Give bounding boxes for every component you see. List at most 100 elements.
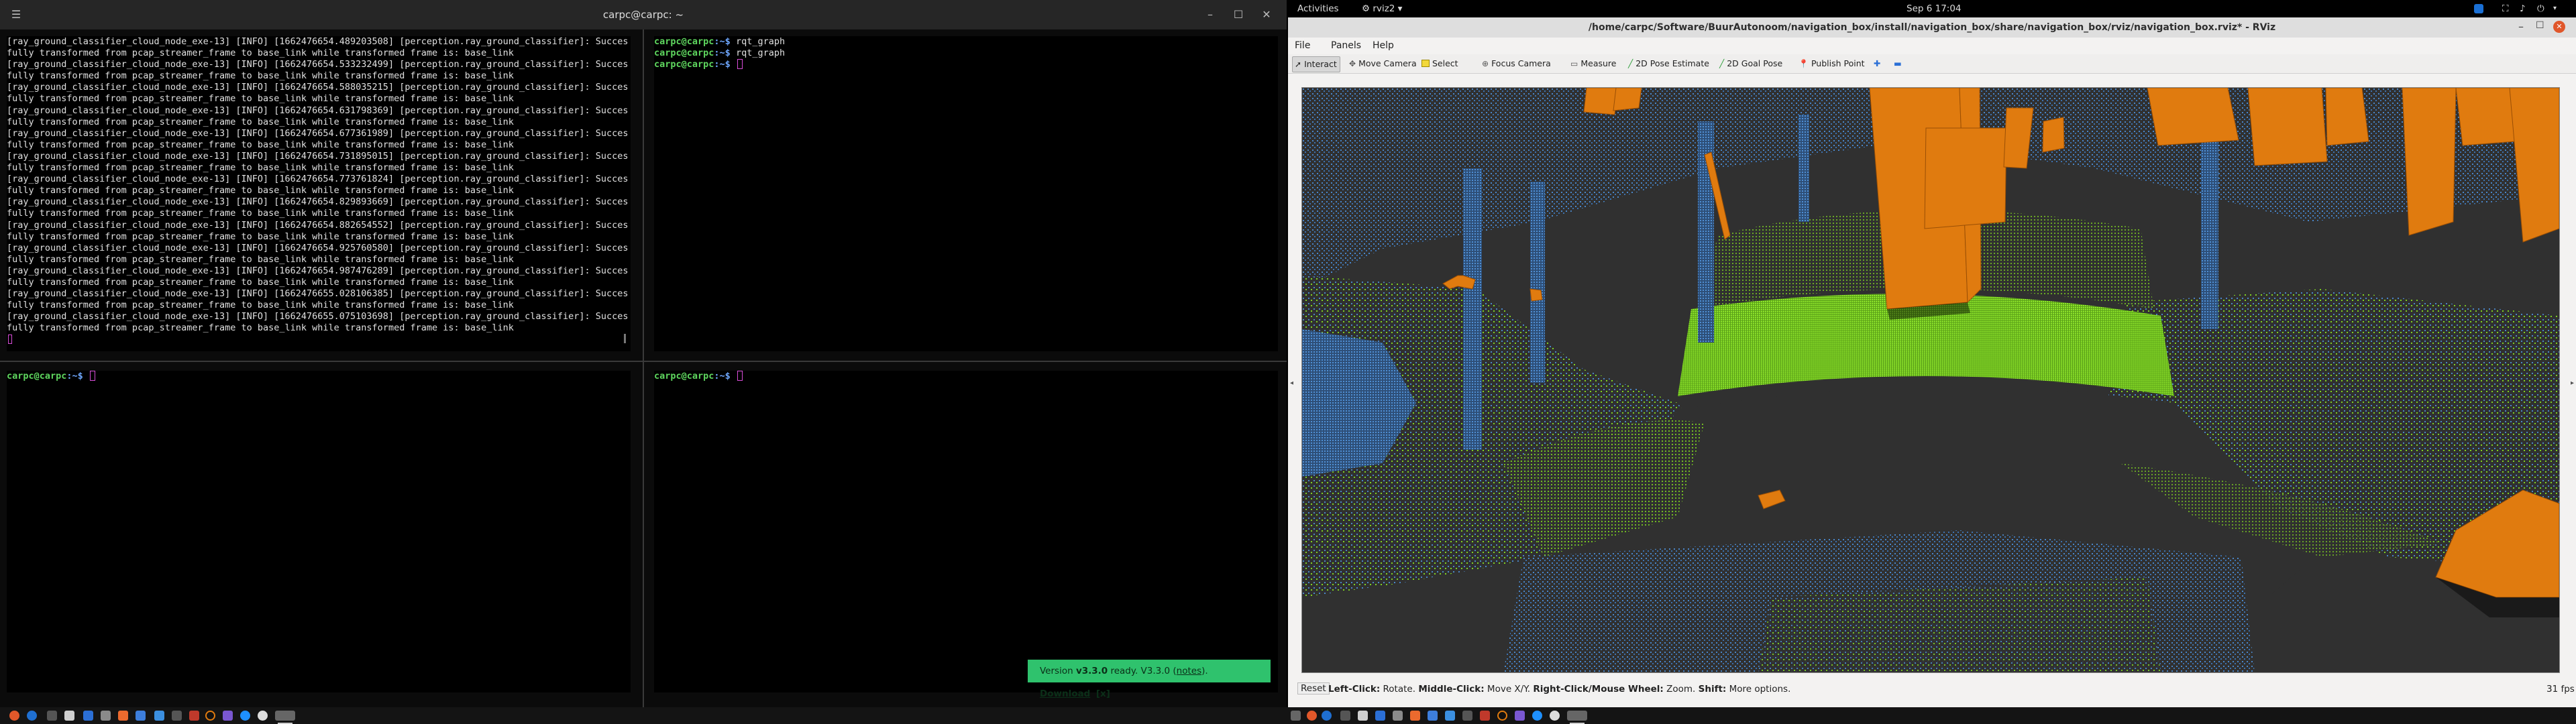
terminal-icon[interactable]: [172, 711, 182, 721]
rviz-toolbar: ➚ Interact ✥ Move Camera Select ⊕ Focus Cam…: [1288, 54, 2576, 74]
remove-tool-button[interactable]: ▬: [1892, 56, 1904, 71]
tree-trunk: [2201, 128, 2218, 329]
log-line: fully transformed from pcap_streamer_fra…: [7, 253, 514, 265]
slack-icon[interactable]: [223, 711, 233, 721]
menu-help[interactable]: Help: [1373, 40, 1394, 51]
tool-focus-camera[interactable]: ⊕ Focus Camera: [1480, 56, 1554, 71]
rviz-titlebar: /home/carpc/Software/BuurAutonoom/naviga…: [1288, 17, 2576, 38]
writer-icon[interactable]: [136, 711, 146, 721]
download-link[interactable]: Download: [1040, 688, 1090, 699]
log-line: [ray_ground_classifier_cloud_node_exe-13…: [7, 150, 629, 162]
app-icon[interactable]: [1480, 711, 1490, 721]
close-notification-button[interactable]: [x]: [1096, 688, 1110, 699]
log-line: fully transformed from pcap_streamer_fra…: [7, 116, 514, 127]
active-rviz-icon[interactable]: [1567, 711, 1587, 721]
pose-estimate-arrow-icon: ╱: [1628, 59, 1633, 68]
add-tool-button[interactable]: ✚: [1872, 56, 1883, 71]
minimize-icon[interactable]: –: [2518, 20, 2524, 33]
gear-icon[interactable]: [258, 711, 268, 721]
system-menu-arrow-icon[interactable]: ▾: [2553, 5, 2557, 12]
show-apps-icon[interactable]: [1291, 711, 1301, 721]
vscode-icon[interactable]: [1445, 711, 1455, 721]
software-icon[interactable]: [118, 711, 128, 721]
writer-icon[interactable]: [1428, 711, 1438, 721]
close-icon[interactable]: ✕: [2553, 21, 2565, 33]
settings-icon[interactable]: [101, 711, 111, 721]
log-line: fully transformed from pcap_streamer_fra…: [7, 300, 514, 311]
gear-icon[interactable]: [1550, 711, 1560, 721]
log-line: [ray_ground_classifier_cloud_node_exe-13…: [7, 105, 629, 116]
thunderbird-icon[interactable]: [27, 711, 37, 721]
text-editor-icon[interactable]: [1358, 711, 1368, 721]
app-icon[interactable]: [189, 711, 199, 721]
app-menu[interactable]: ⚙ rviz2 ▾: [1362, 3, 1402, 14]
ubuntu-icon[interactable]: [9, 711, 19, 721]
log-line: [ray_ground_classifier_cloud_node_exe-13…: [7, 242, 629, 253]
scroll-indicator[interactable]: [624, 334, 626, 343]
rviz-menubar: File Panels Help: [1288, 38, 2576, 54]
clock[interactable]: Sep 6 17:04: [1907, 3, 1962, 14]
tool-publish-point[interactable]: 📍 Publish Point: [1796, 56, 1868, 71]
pane-divider-vertical[interactable]: [643, 29, 644, 707]
tool-2d-goal-pose[interactable]: ╱ 2D Goal Pose: [1717, 56, 1785, 71]
minimize-icon[interactable]: –: [1201, 5, 1220, 24]
text-editor-icon[interactable]: [64, 711, 74, 721]
terminal-icon[interactable]: [1462, 711, 1472, 721]
3d-render-view[interactable]: [1301, 87, 2560, 673]
menu-file[interactable]: File: [1295, 40, 1310, 51]
tool-interact[interactable]: ➚ Interact: [1292, 56, 1340, 72]
right-dock-handle-icon[interactable]: ▸: [2571, 379, 2574, 387]
terminal-pane-bottom-left[interactable]: carpc@carpc:~$: [7, 371, 631, 692]
reset-button[interactable]: Reset: [1297, 682, 1330, 695]
mouse-hint: Left-Click: Rotate. Middle-Click: Move X…: [1328, 684, 1791, 695]
log-line: fully transformed from pcap_streamer_fra…: [7, 231, 514, 242]
maximize-icon[interactable]: ☐: [1229, 5, 1248, 24]
dropbox-icon[interactable]: [2474, 4, 2483, 13]
ubuntu-icon[interactable]: [1307, 711, 1317, 721]
chrome-icon[interactable]: [1497, 711, 1507, 721]
left-dock-handle-icon[interactable]: ◂: [1290, 379, 1293, 387]
minus-icon: ▬: [1894, 58, 1902, 68]
software-icon[interactable]: [1410, 711, 1420, 721]
document-icon[interactable]: [83, 711, 93, 721]
files-icon[interactable]: [47, 711, 57, 721]
close-icon[interactable]: ✕: [1257, 5, 1276, 24]
log-line: fully transformed from pcap_streamer_fra…: [7, 185, 514, 196]
taskbar-right: [1288, 707, 2576, 724]
nautilus-icon[interactable]: [1532, 711, 1542, 721]
notes-link[interactable]: notes: [1177, 666, 1201, 676]
power-icon[interactable]: ⏻: [2537, 3, 2544, 14]
document-icon[interactable]: [1375, 711, 1385, 721]
tool-2d-pose-estimate[interactable]: ╱ 2D Pose Estimate: [1626, 56, 1712, 71]
terminal-title: carpc@carpc: ~: [602, 9, 684, 21]
command-prompt: carpc@carpc:~$: [7, 371, 631, 382]
settings-icon[interactable]: [1393, 711, 1403, 721]
pane-divider-horizontal[interactable]: [0, 361, 1287, 362]
terminal-pane-bottom-right[interactable]: carpc@carpc:~$: [654, 371, 1278, 692]
tool-select[interactable]: Select: [1419, 56, 1461, 71]
thunderbird-icon[interactable]: [1322, 711, 1332, 721]
vscode-icon[interactable]: [154, 711, 164, 721]
rviz-window: /home/carpc/Software/BuurAutonoom/naviga…: [1288, 17, 2576, 707]
log-line: fully transformed from pcap_streamer_fra…: [7, 322, 514, 334]
terminal-pane-top-right[interactable]: carpc@carpc:~$ rqt_graph carpc@carpc:~$ r…: [654, 36, 1278, 351]
chrome-icon[interactable]: [205, 711, 215, 721]
files-icon[interactable]: [1340, 711, 1350, 721]
log-line: fully transformed from pcap_streamer_fra…: [7, 48, 514, 59]
maximize-icon[interactable]: ☐: [2536, 20, 2544, 31]
log-line: [ray_ground_classifier_cloud_node_exe-13…: [7, 311, 629, 322]
active-terminal-icon[interactable]: [275, 711, 295, 721]
tool-move-camera[interactable]: ✥ Move Camera: [1347, 56, 1419, 71]
slack-icon[interactable]: [1515, 711, 1525, 721]
menu-panels[interactable]: Panels: [1331, 40, 1361, 51]
volume-icon[interactable]: ♪: [2520, 3, 2526, 14]
activities-button[interactable]: Activities: [1297, 3, 1339, 14]
log-line: fully transformed from pcap_streamer_fra…: [7, 93, 514, 105]
terminal-pane-top-left[interactable]: [ray_ground_classifier_cloud_node_exe-13…: [7, 36, 631, 351]
tool-measure[interactable]: ▭ Measure: [1568, 56, 1619, 71]
log-line: [ray_ground_classifier_cloud_node_exe-13…: [7, 127, 629, 139]
point-cloud-scene: [1302, 88, 2559, 672]
network-icon[interactable]: ⛶: [2502, 3, 2508, 14]
log-line: fully transformed from pcap_streamer_fra…: [7, 208, 514, 219]
nautilus-icon[interactable]: [240, 711, 250, 721]
